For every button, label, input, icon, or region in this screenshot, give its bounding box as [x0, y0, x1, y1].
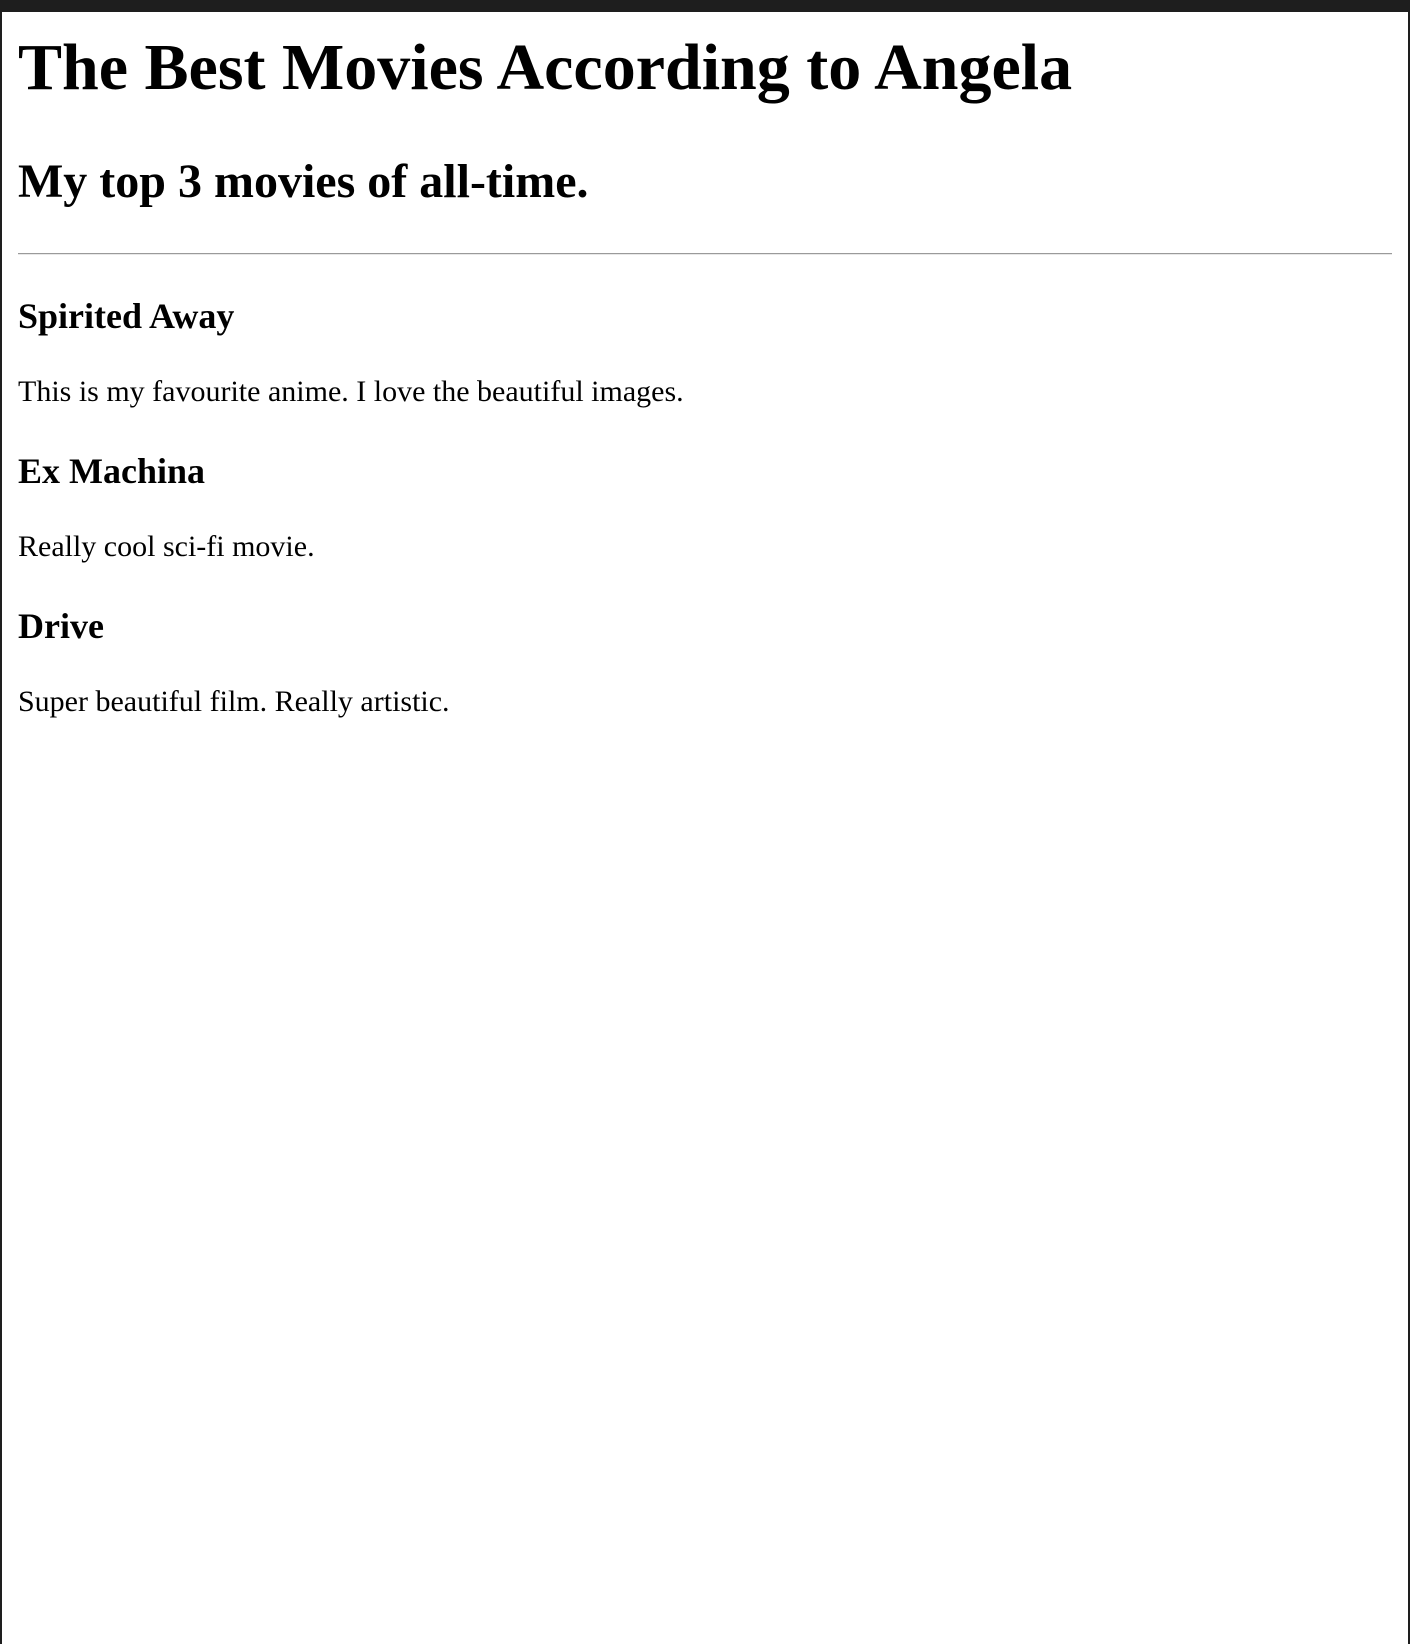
movie-title: Spirited Away — [18, 295, 235, 336]
page-title: The Best Movies According to Angela — [18, 31, 1073, 104]
page-content: The Best Movies According to Angela My t… — [2, 28, 1408, 720]
browser-frame: The Best Movies According to Angela My t… — [0, 12, 1410, 1644]
movie-description: Really cool sci-fi movie. — [18, 530, 315, 564]
movie-description: Super beautiful film. Really artistic. — [18, 685, 450, 719]
movie-description: This is my favourite anime. I love the b… — [18, 374, 684, 408]
movie-item: Ex Machina Really cool sci-fi movie. — [18, 450, 1392, 565]
page-viewport: The Best Movies According to Angela My t… — [2, 12, 1408, 1644]
movie-list: Spirited Away This is my favourite anime… — [18, 295, 1392, 721]
page-subtitle: My top 3 movies of all-time. — [18, 155, 589, 209]
movie-title: Drive — [18, 606, 104, 647]
movie-title: Ex Machina — [18, 450, 206, 491]
movie-item: Drive Super beautiful film. Really artis… — [18, 605, 1392, 720]
divider — [18, 252, 1392, 255]
movie-item: Spirited Away This is my favourite anime… — [18, 295, 1392, 410]
